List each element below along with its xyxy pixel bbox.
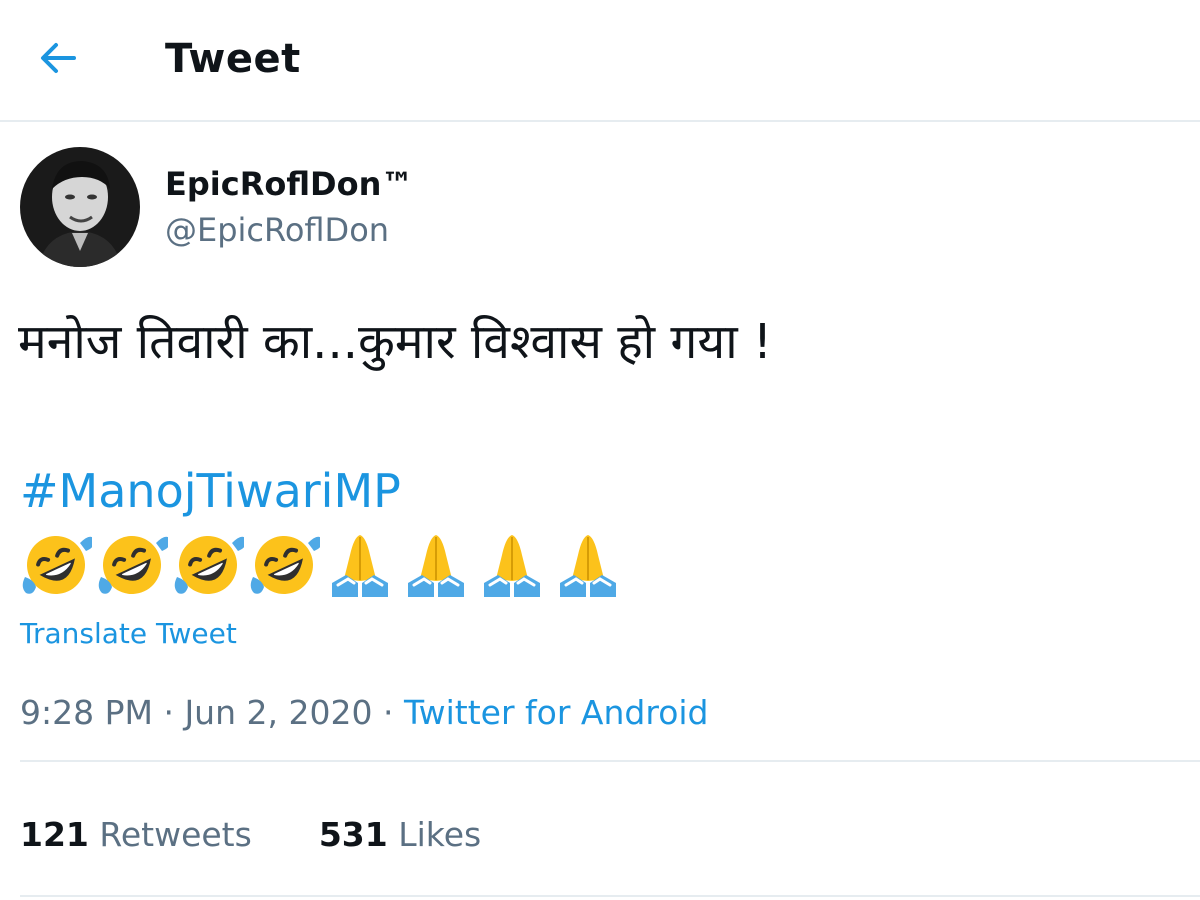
profile-photo: [20, 147, 140, 267]
folded-hands-emoji-icon: [408, 535, 464, 597]
translate-tweet-link[interactable]: Translate Tweet: [20, 617, 237, 650]
page-title: Tweet: [165, 36, 301, 82]
rolling-on-floor-laughing-emoji-icon: [98, 536, 168, 594]
top-bar: Tweet: [0, 0, 1200, 122]
tweet-stats: 121 Retweets 531 Likes: [20, 815, 481, 854]
avatar[interactable]: [20, 147, 140, 267]
retweets-label: Retweets: [99, 815, 252, 854]
tweet-text: मनोज तिवारी का...कुमार विश्वास हो गया !: [18, 314, 773, 370]
tweet-date[interactable]: Jun 2, 2020: [184, 693, 372, 732]
rolling-on-floor-laughing-emoji-icon: [174, 536, 244, 594]
retweets-count: 121: [20, 815, 89, 854]
hashtag-link[interactable]: #ManojTiwariMP: [20, 464, 401, 518]
emoji-row: [20, 527, 628, 599]
tweet-metadata: 9:28 PM · Jun 2, 2020 · Twitter for Andr…: [20, 693, 709, 732]
divider: [20, 895, 1200, 897]
rolling-on-floor-laughing-emoji-icon: [22, 536, 92, 594]
back-button[interactable]: [30, 30, 86, 86]
folded-hands-emoji-icon: [484, 535, 540, 597]
tweet-source-link[interactable]: Twitter for Android: [404, 693, 709, 732]
tweet-time[interactable]: 9:28 PM: [20, 693, 153, 732]
likes-stat[interactable]: 531 Likes: [319, 815, 481, 854]
author-display-name[interactable]: EpicRoflDon™: [165, 165, 413, 203]
meta-separator: ·: [372, 693, 404, 732]
folded-hands-emoji-icon: [560, 535, 616, 597]
divider: [20, 760, 1200, 762]
likes-label: Likes: [398, 815, 482, 854]
folded-hands-emoji-icon: [332, 535, 388, 597]
meta-separator: ·: [152, 693, 185, 732]
arrow-left-icon: [41, 43, 76, 73]
rolling-on-floor-laughing-emoji-icon: [250, 536, 320, 594]
retweets-stat[interactable]: 121 Retweets: [20, 815, 252, 854]
likes-count: 531: [318, 815, 388, 854]
author-handle[interactable]: @EpicRoflDon: [165, 211, 389, 249]
